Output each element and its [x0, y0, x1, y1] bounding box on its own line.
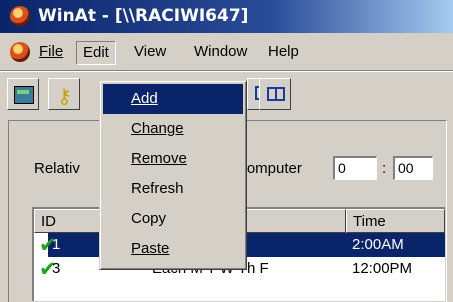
menu-file[interactable]: File — [33, 41, 69, 63]
add-job-button[interactable] — [7, 78, 39, 110]
menu-item-copy[interactable]: Copy — [103, 204, 243, 234]
menu-item-refresh[interactable]: Refresh — [103, 174, 243, 204]
window-title: WinAt - [\\RACIWI647] — [38, 6, 249, 26]
column-header-time[interactable]: Time — [346, 209, 445, 233]
minutes-field[interactable]: 00 — [393, 156, 433, 180]
menu-item-change[interactable]: Change — [103, 114, 243, 144]
time-separator: : — [382, 160, 387, 177]
key-icon: ⚷ — [57, 84, 72, 108]
document-icon[interactable] — [10, 42, 30, 62]
menu-view[interactable]: View — [128, 41, 172, 63]
menu-item-add[interactable]: Add — [103, 84, 243, 114]
add-job-icon — [14, 86, 34, 104]
row-time: 12:00PM — [352, 260, 413, 277]
menu-window[interactable]: Window — [188, 41, 253, 63]
title-bar: WinAt - [\\RACIWI647] — [0, 0, 453, 33]
menu-item-remove[interactable]: Remove — [103, 144, 243, 174]
relative-label: Relativ — [34, 160, 80, 177]
edit-menu-dropdown: Add Change Remove Refresh Copy Paste — [99, 80, 247, 270]
toolbar-divider — [0, 70, 453, 72]
menu-help[interactable]: Help — [262, 41, 305, 63]
hours-field[interactable]: 0 — [333, 156, 377, 180]
row-id: 3 — [52, 260, 61, 277]
key-button[interactable]: ⚷ — [48, 78, 80, 110]
split-view-button[interactable] — [259, 78, 291, 110]
menu-bar: File Edit View Window Help — [0, 38, 453, 66]
menu-edit[interactable]: Edit — [76, 41, 116, 65]
menu-item-paste[interactable]: Paste — [103, 234, 243, 264]
row-time: 2:00AM — [352, 236, 404, 253]
app-icon[interactable] — [10, 6, 30, 26]
row-id: 1 — [52, 236, 61, 253]
split-view-icon — [267, 87, 285, 101]
